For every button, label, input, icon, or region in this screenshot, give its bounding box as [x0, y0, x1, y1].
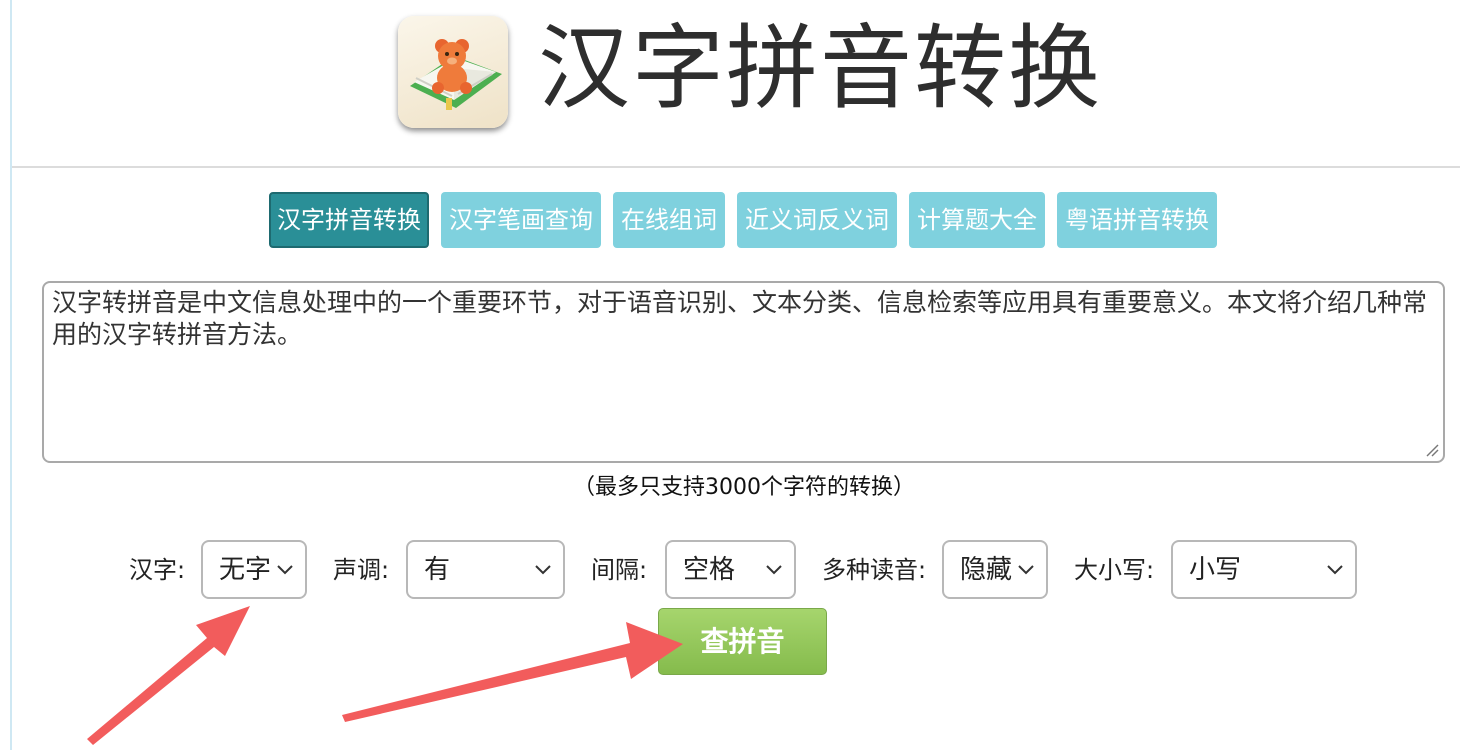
nav-item-words[interactable]: 在线组词 [613, 192, 725, 248]
text-input[interactable]: 汉字转拼音是中文信息处理中的一个重要环节，对于语音识别、文本分类、信息检索等应用… [42, 281, 1445, 463]
nav-item-math[interactable]: 计算题大全 [909, 192, 1045, 248]
tone-select[interactable]: 有 [406, 540, 565, 599]
case-select[interactable]: 小写 [1171, 540, 1357, 599]
nav-item-pinyin[interactable]: 汉字拼音转换 [269, 192, 429, 248]
chevron-down-icon [1327, 565, 1343, 575]
text-input-value: 汉字转拼音是中文信息处理中的一个重要环节，对于语音识别、文本分类、信息检索等应用… [52, 288, 1428, 349]
teddy-bear-book-icon [410, 39, 502, 110]
hanzi-select-value: 无字 [219, 555, 272, 585]
polyphone-label: 多种读音: [822, 556, 927, 584]
separator-label: 间隔: [591, 556, 648, 584]
chevron-down-icon [766, 565, 782, 575]
char-limit-hint: （最多只支持3000个字符的转换） [573, 475, 915, 500]
nav-item-cantonese[interactable]: 粤语拼音转换 [1057, 192, 1217, 248]
separator-select[interactable]: 空格 [665, 540, 796, 599]
site-title: 汉字拼音转换 [538, 15, 1103, 122]
annotation-arrow-left [87, 606, 250, 745]
hanzi-select[interactable]: 无字 [201, 540, 307, 599]
hanzi-label: 汉字: [129, 556, 186, 584]
separator-select-value: 空格 [683, 555, 736, 585]
page: 汉字拼音转换 汉字拼音转换 汉字笔画查询 在线组词 近义词反义词 计算题大全 粤… [0, 0, 1460, 750]
tone-label: 声调: [333, 556, 390, 584]
case-select-value: 小写 [1189, 555, 1242, 585]
site-logo[interactable] [398, 16, 508, 128]
chevron-down-icon [277, 565, 293, 575]
nav-item-synonyms[interactable]: 近义词反义词 [737, 192, 897, 248]
tone-select-value: 有 [424, 555, 451, 585]
convert-button[interactable]: 查拼音 [658, 608, 827, 675]
nav-bar: 汉字拼音转换 汉字笔画查询 在线组词 近义词反义词 计算题大全 粤语拼音转换 [0, 192, 1460, 250]
chevron-down-icon [535, 565, 551, 575]
polyphone-select[interactable]: 隐藏 [942, 540, 1048, 599]
polyphone-select-value: 隐藏 [960, 555, 1013, 585]
chevron-down-icon [1018, 565, 1034, 575]
annotation-arrow-right [342, 622, 683, 722]
resize-grip-icon[interactable] [1425, 443, 1439, 457]
case-label: 大小写: [1074, 556, 1155, 584]
nav-item-stroke[interactable]: 汉字笔画查询 [441, 192, 601, 248]
